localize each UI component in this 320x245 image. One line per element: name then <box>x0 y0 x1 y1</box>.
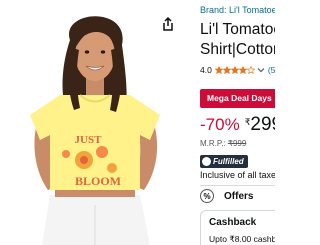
product-details-panel: Brand: Li'l Tomatoes Li'l Tomatoes Shirt… <box>200 0 275 245</box>
tax-note: Inclusive of all taxes <box>200 170 275 180</box>
star-icon <box>214 66 223 74</box>
tee-print-top: JUST <box>75 134 103 146</box>
mrp: M.R.P.: ₹999 <box>200 139 246 148</box>
price-display: ₹ 299 <box>245 114 275 136</box>
offer-card-title: Cashback <box>209 217 257 228</box>
offers-title: Offers <box>224 190 254 202</box>
product-main-image[interactable]: JUST BLOOM <box>0 0 190 245</box>
price-block: -70% ₹ 299 <box>200 114 275 136</box>
product-title-line-1: Li'l Tomatoes <box>200 21 275 38</box>
tee-print-bottom: BLOOM <box>75 174 121 188</box>
rating-summary[interactable]: 4.0 (5 <box>200 65 275 75</box>
star-icon <box>230 66 239 74</box>
product-image-gallery[interactable]: JUST BLOOM <box>0 0 190 245</box>
mrp-value: ₹999 <box>227 139 247 148</box>
section-divider <box>200 185 275 186</box>
offers-header: % Offers <box>200 189 253 203</box>
offer-percent-icon: % <box>200 189 214 203</box>
mrp-label: M.R.P.: <box>200 139 228 148</box>
rating-value: 4.0 <box>200 65 212 75</box>
discount-percentage: -70% <box>200 115 240 134</box>
product-title-line-2: Shirt|Cotton <box>200 41 275 58</box>
offer-card-description: Upto ₹8.00 cashback <box>209 234 275 244</box>
product-title: Li'l Tomatoes Shirt|Cotton <box>200 20 275 60</box>
deal-badge: Mega Deal Days <box>200 89 275 108</box>
brand-store-link[interactable]: Brand: Li'l Tomatoes <box>200 5 275 15</box>
star-icon <box>246 66 255 74</box>
star-rating[interactable] <box>214 66 255 74</box>
offer-card-cashback[interactable]: Cashback Upto ₹8.00 cashback <box>200 210 275 245</box>
share-icon[interactable] <box>160 16 176 32</box>
star-icon <box>222 66 231 74</box>
fulfilled-badge[interactable]: Fulfilled <box>200 155 248 168</box>
star-icon <box>238 66 247 74</box>
chevron-down-icon[interactable] <box>257 66 265 74</box>
rating-count-link[interactable]: (5 <box>268 65 275 75</box>
price-amount: 299 <box>250 114 275 135</box>
fulfilled-logo-icon <box>202 157 211 166</box>
fulfilled-label: Fulfilled <box>213 157 244 166</box>
